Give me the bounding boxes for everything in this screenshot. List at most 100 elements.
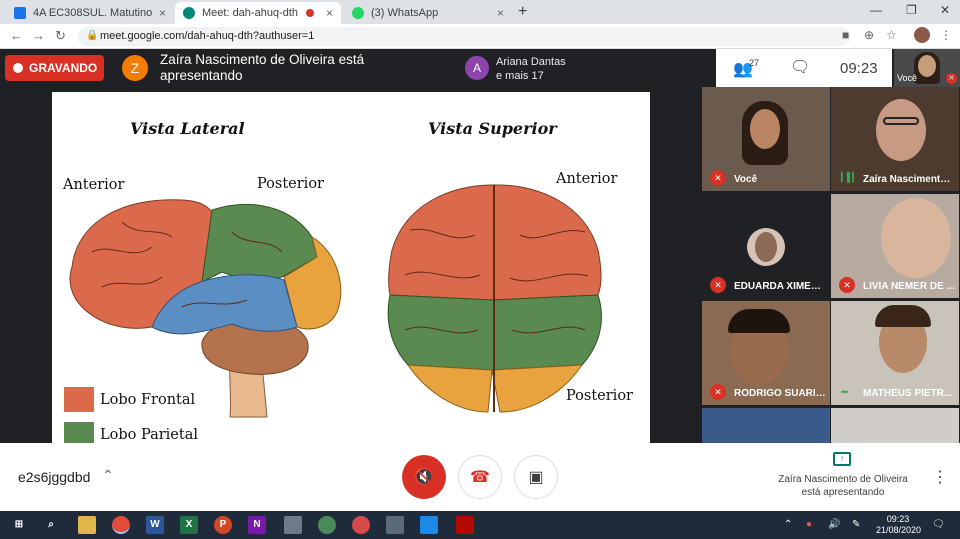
- video-camera-icon: ▣: [528, 469, 544, 486]
- paint-icon[interactable]: [318, 516, 336, 534]
- address-bar[interactable]: 🔒 meet.google.com/dah-ahuq-dth?authuser=…: [78, 27, 850, 46]
- forward-icon[interactable]: →: [32, 28, 45, 43]
- profile-avatar[interactable]: [914, 27, 930, 43]
- chat-icon[interactable]: 🗨: [790, 57, 810, 77]
- tray-chevron-icon[interactable]: ⌃: [784, 519, 792, 530]
- legend-swatch-frontal: [64, 387, 94, 412]
- participant-avatar: [747, 228, 785, 266]
- taskbar-time: 09:23: [886, 514, 910, 524]
- speaking-indicator-icon: •••: [841, 387, 849, 397]
- phone-hangup-icon: ☎: [470, 469, 490, 486]
- notifications-icon[interactable]: 🗨: [932, 519, 945, 530]
- bookmark-star-icon[interactable]: ☆: [886, 28, 897, 42]
- taskbar-clock[interactable]: 09:23 21/08/2020: [876, 514, 921, 536]
- participant-tile[interactable]: ✕ LIVIA NEMER DE ...: [831, 194, 959, 298]
- participants-more: e mais 17: [496, 70, 544, 82]
- participant-tile[interactable]: ••• MATHEUS PIETR...: [831, 301, 959, 405]
- participant-tile[interactable]: ✕ Você: [702, 87, 830, 191]
- self-label: Você: [897, 73, 918, 83]
- mic-off-icon: ✕: [946, 73, 957, 84]
- avatar-photo: [755, 232, 777, 262]
- participant-name: EDUARDA XIMEN...: [734, 281, 826, 292]
- presenter-status: Zaíra Nascimento de Oliveira está aprese…: [160, 52, 365, 83]
- presentation-slide: Vista Lateral Vista Superior Anterior Po…: [52, 92, 650, 443]
- participant-hair: [728, 309, 790, 333]
- restore-icon[interactable]: ❐: [906, 3, 917, 17]
- meeting-code[interactable]: e2s6jggdbd: [18, 469, 90, 485]
- participants-summary[interactable]: Ariana Dantas e mais 17: [496, 55, 706, 83]
- participant-face: [881, 198, 951, 278]
- back-icon[interactable]: ←: [10, 28, 23, 43]
- mic-off-icon: ✕: [710, 277, 726, 293]
- close-tab-icon[interactable]: ×: [326, 6, 333, 20]
- chrome-menu-icon[interactable]: ⋮: [940, 28, 952, 42]
- people-count: 27: [749, 58, 760, 68]
- tab-title: Meet: dah-ahuq-dth: [202, 7, 299, 19]
- participant-name: Ariana Dantas: [496, 56, 566, 68]
- brain-lateral-illustration: [69, 199, 342, 418]
- pdf-reader-icon[interactable]: [456, 516, 474, 534]
- search-icon[interactable]: ⌕: [42, 516, 60, 534]
- participant-tile[interactable]: ▎▌▎ Zaíra Nascimento ...: [831, 87, 959, 191]
- app-icon-2[interactable]: [386, 516, 404, 534]
- zoom-icon[interactable]: ⊕: [864, 28, 874, 42]
- camera-toggle-button[interactable]: ▣: [514, 455, 558, 499]
- slide-heading-superior: Vista Superior: [428, 119, 557, 138]
- excel-icon[interactable]: X: [180, 516, 198, 534]
- participant-tile[interactable]: [831, 408, 959, 443]
- participant-avatar: A: [465, 56, 489, 80]
- tab-whatsapp[interactable]: (3) WhatsApp ×: [344, 2, 512, 24]
- photos-icon[interactable]: [420, 516, 438, 534]
- presenting-status[interactable]: Zaíra Nascimento de Oliveira está aprese…: [770, 473, 916, 499]
- volume-icon[interactable]: 🔊: [828, 519, 840, 530]
- calculator-icon[interactable]: [284, 516, 302, 534]
- participant-glasses: [883, 117, 919, 125]
- lock-icon[interactable]: 🔒: [86, 30, 98, 41]
- participant-hair: [875, 305, 931, 327]
- legend-swatch-parietal: [64, 422, 94, 443]
- browser-toolbar: ← → ↻ 🔒 meet.google.com/dah-ahuq-dth?aut…: [0, 24, 960, 49]
- tab-meet[interactable]: Meet: dah-ahuq-dth ×: [175, 2, 341, 24]
- close-window-icon[interactable]: ✕: [940, 3, 950, 17]
- meet-bottom-bar: e2s6jggdbd ⌃ 🔇 ☎ ▣ ↑ Zaíra Nascimento de…: [0, 443, 960, 511]
- close-tab-icon[interactable]: ×: [497, 6, 504, 20]
- meet-icon: [183, 7, 195, 19]
- chevron-up-icon[interactable]: ⌃: [102, 467, 114, 484]
- whatsapp-icon: [352, 7, 364, 19]
- present-screen-icon[interactable]: ↑: [833, 452, 851, 466]
- tab-title: 4A EC308SUL. Matutino: [33, 7, 153, 19]
- label-posterior-lateral: Posterior: [257, 176, 324, 192]
- windows-start-icon[interactable]: ⊞: [10, 516, 28, 534]
- word-icon[interactable]: W: [146, 516, 164, 534]
- mic-toggle-button[interactable]: 🔇: [402, 455, 446, 499]
- reload-icon[interactable]: ↻: [55, 28, 66, 44]
- record-icon: [13, 63, 23, 73]
- more-options-icon[interactable]: ⋮: [932, 467, 948, 487]
- brain-superior-illustration: [387, 184, 602, 413]
- close-tab-icon[interactable]: ×: [159, 6, 166, 20]
- chrome-icon[interactable]: [112, 516, 130, 534]
- participant-tile[interactable]: ✕ RODRIGO SUARIS ...: [702, 301, 830, 405]
- speaking-indicator-icon: ▎▌▎: [841, 172, 859, 182]
- participant-name: Você: [734, 174, 758, 185]
- self-view-thumbnail[interactable]: Você ✕: [894, 49, 960, 87]
- file-explorer-icon[interactable]: [78, 516, 96, 534]
- camera-indicator-icon[interactable]: ■: [842, 28, 849, 42]
- onenote-icon[interactable]: N: [248, 516, 266, 534]
- classroom-icon: [14, 7, 26, 19]
- slide-heading-lateral: Vista Lateral: [130, 119, 245, 138]
- mic-off-icon: 🔇: [414, 469, 434, 486]
- participant-face: [750, 109, 780, 149]
- participant-tile[interactable]: [702, 408, 830, 443]
- pen-icon[interactable]: ✎: [852, 519, 860, 530]
- windows-taskbar: ⊞ ⌕ W X P N ⌃ ● 🔊 ✎ 09:23 21/08/2020 🗨: [0, 511, 960, 539]
- tab-classroom[interactable]: 4A EC308SUL. Matutino ×: [6, 2, 174, 24]
- powerpoint-icon[interactable]: P: [214, 516, 232, 534]
- minimize-icon[interactable]: —: [870, 3, 882, 17]
- new-tab-button[interactable]: +: [518, 3, 527, 21]
- app-icon[interactable]: [352, 516, 370, 534]
- antivirus-tray-icon[interactable]: ●: [806, 519, 812, 530]
- participant-tile[interactable]: ✕ EDUARDA XIMEN...: [702, 194, 830, 298]
- mic-off-icon: ✕: [710, 170, 726, 186]
- hang-up-button[interactable]: ☎: [458, 455, 502, 499]
